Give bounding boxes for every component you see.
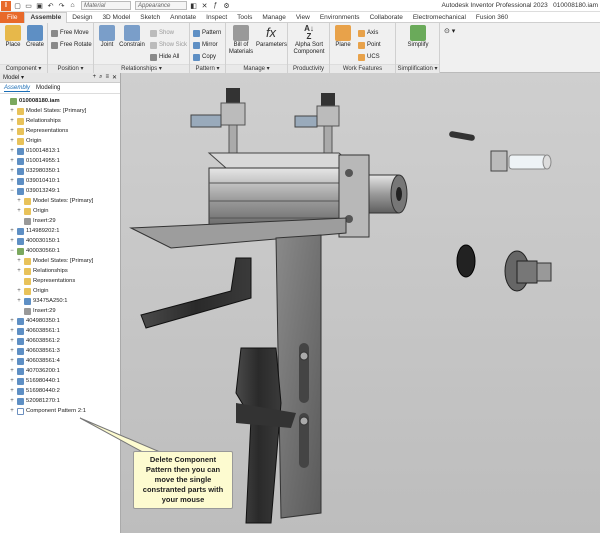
callout-note: Delete Component Pattern then you can mo… xyxy=(133,451,233,509)
callout-pointer xyxy=(79,417,162,457)
